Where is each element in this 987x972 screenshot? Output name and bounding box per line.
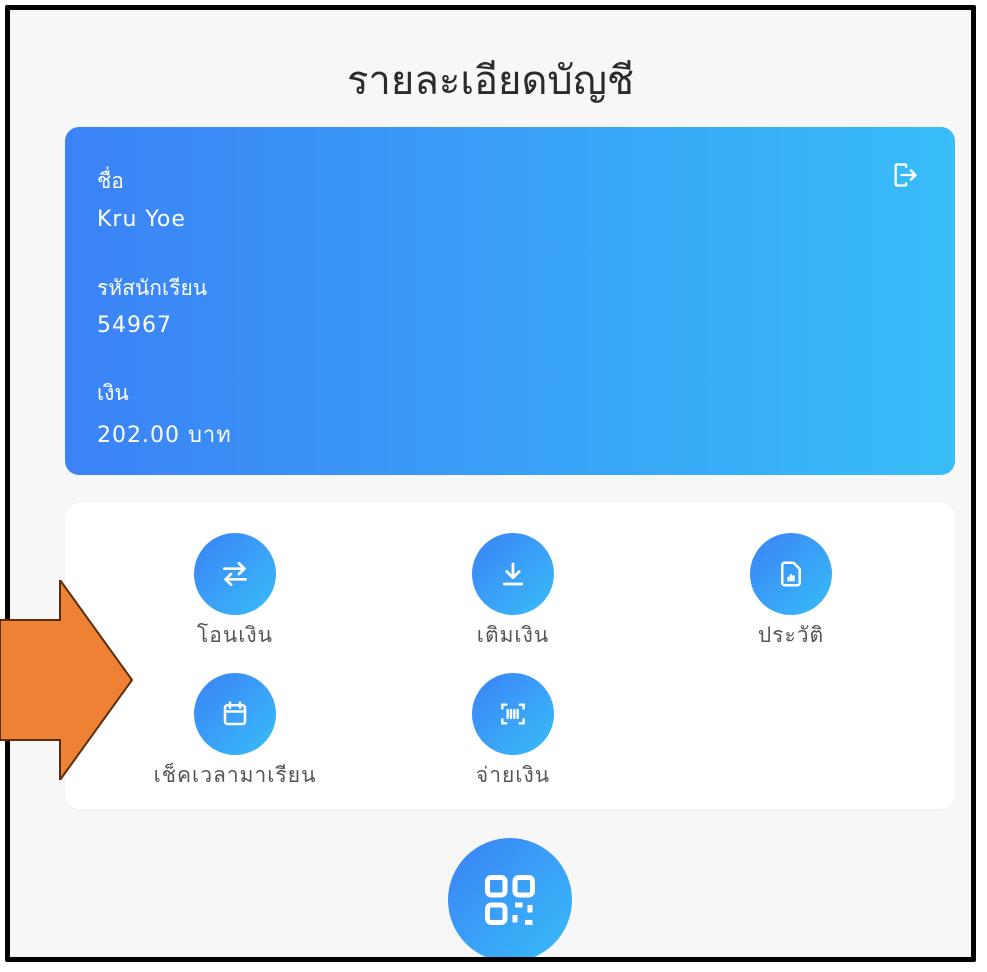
pay-button[interactable]: จ่ายเงิน: [383, 673, 643, 792]
app-window: รายละเอียดบัญชี ชื่อ Kru Yoe รหัสนักเรีย…: [5, 5, 976, 962]
account-card: ชื่อ Kru Yoe รหัสนักเรียน 54967 เงิน 202…: [65, 127, 955, 475]
attendance-label: เช็คเวลามาเรียน: [153, 763, 317, 787]
page-title: รายละเอียดบัญชี: [346, 58, 635, 104]
qr-scan-button[interactable]: [448, 838, 572, 957]
topup-label: เติมเงิน: [476, 623, 550, 647]
barcode-scan-icon: [472, 673, 554, 755]
callout-arrow: [0, 580, 134, 780]
history-button[interactable]: ประวัติ: [661, 533, 921, 652]
calendar-icon: [194, 673, 276, 755]
topup-button[interactable]: เติมเงิน: [383, 533, 643, 652]
balance-value: 202.00 บาท: [97, 423, 232, 448]
student-id-label: รหัสนักเรียน: [97, 276, 208, 300]
transfer-button[interactable]: โอนเงิน: [105, 533, 365, 652]
attendance-button[interactable]: เช็คเวลามาเรียน: [105, 673, 365, 792]
menu-panel: โอนเงิน เติมเงิน ประวัติ เช็คเวลามาเรียน…: [65, 503, 955, 809]
logout-icon[interactable]: [891, 161, 919, 189]
student-id: 54967: [97, 313, 172, 338]
qr-code-icon: [485, 875, 535, 925]
transfer-label: โอนเงิน: [196, 623, 274, 647]
balance-label: เงิน: [97, 381, 129, 405]
history-label: ประวัติ: [757, 623, 825, 647]
account-name: Kru Yoe: [97, 207, 186, 232]
name-label: ชื่อ: [97, 169, 124, 193]
download-icon: [472, 533, 554, 615]
report-icon: [750, 533, 832, 615]
pay-label: จ่ายเงิน: [475, 763, 551, 787]
transfer-icon: [194, 533, 276, 615]
